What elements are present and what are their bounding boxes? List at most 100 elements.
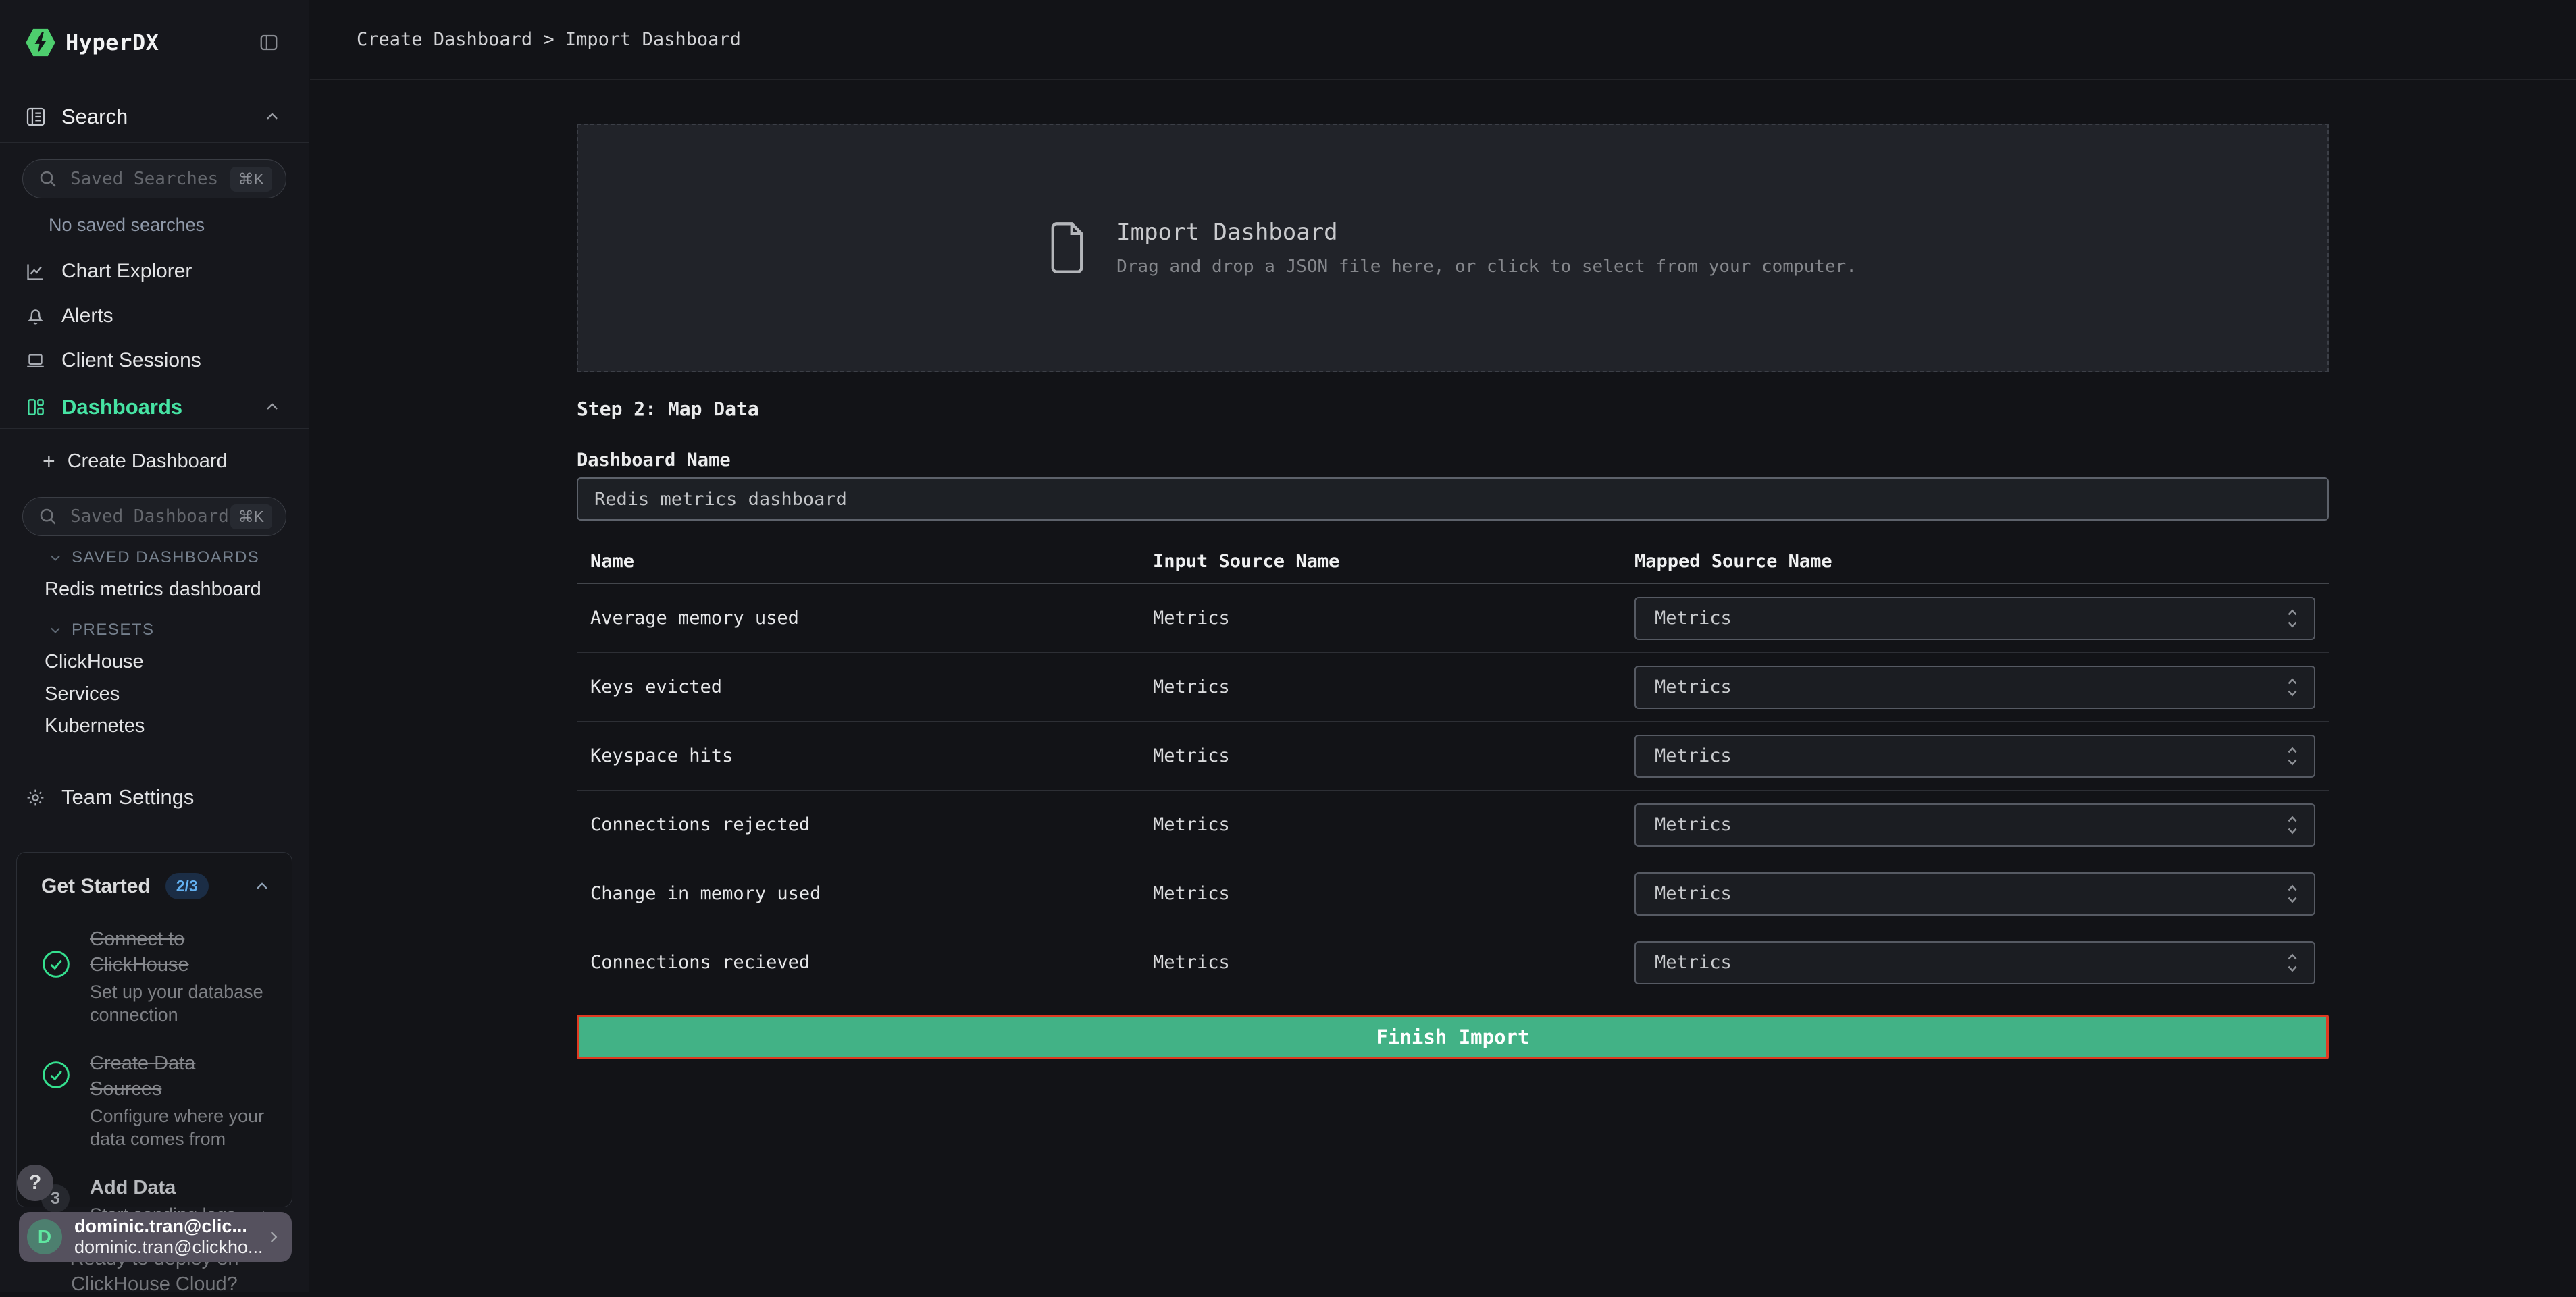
sidebar-item-clickhouse[interactable]: ClickHouse [45,651,144,673]
mapped-source-select[interactable]: Metrics [1634,666,2315,709]
user-email: dominic.tran@clickho... [74,1237,265,1258]
sidebar-item-team-settings[interactable]: Team Settings [0,780,309,815]
select-value: Metrics [1655,608,2286,629]
mapped-source-select[interactable]: Metrics [1634,597,2315,640]
table-row: Connections rejected Metrics Metrics [577,791,2329,859]
plus-icon: + [43,449,55,474]
mapping-table-header: Name Input Source Name Mapped Source Nam… [577,539,2329,584]
sidebar-item-services[interactable]: Services [45,683,120,706]
row-name: Connections rejected [590,814,1153,835]
sidebar-item-label: Chart Explorer [61,260,192,283]
shortcut-badge: ⌘K [230,167,272,192]
sidebar-collapse-icon[interactable] [259,32,279,53]
dashboards-section-label: Dashboards [61,395,263,419]
team-settings-label: Team Settings [61,785,194,810]
checklist-item-desc: Set up your database connection [90,980,272,1026]
checklist-item-connect[interactable]: Connect to ClickHouse Set up your databa… [41,926,272,1026]
select-chevrons-icon [2286,745,2299,767]
row-input-source: Metrics [1153,814,1634,835]
step-label: Step 2: Map Data [577,398,2329,421]
breadcrumb[interactable]: Create Dashboard > Import Dashboard [357,29,741,50]
column-header-name: Name [590,551,1153,572]
sidebar-item-label: Alerts [61,305,113,327]
chevron-up-icon [263,398,282,417]
presets-group[interactable]: PRESETS [47,620,155,639]
mapped-source-select[interactable]: Metrics [1634,803,2315,847]
chevron-up-icon[interactable] [253,877,272,896]
checklist-item-title: Create Data Sources [90,1051,272,1102]
dashboard-name-label: Dashboard Name [577,449,2329,472]
get-started-card: Get Started 2/3 Connect to ClickHouse Se… [16,852,292,1207]
row-name: Keyspace hits [590,745,1153,766]
user-menu[interactable]: D dominic.tran@clic... dominic.tran@clic… [19,1212,292,1262]
check-circle-icon [41,1060,71,1090]
topbar: Create Dashboard > Import Dashboard [310,0,2576,80]
help-button[interactable]: ? [17,1165,53,1201]
sidebar-item-kubernetes[interactable]: Kubernetes [45,715,145,737]
select-value: Metrics [1655,883,2286,904]
app-title: HyperDX [66,30,159,55]
user-name: dominic.tran@clic... [74,1216,265,1237]
dashboard-name-input[interactable] [577,477,2329,521]
sidebar-item-client-sessions[interactable]: Client Sessions [0,343,309,378]
saved-searches-search[interactable]: ⌘K [22,159,286,198]
search-icon [38,506,58,527]
search-section-header[interactable]: Search [0,90,309,143]
select-value: Metrics [1655,952,2286,973]
row-name: Keys evicted [590,677,1153,697]
select-chevrons-icon [2286,952,2299,974]
hyperdx-logo-icon [25,27,56,58]
dashboards-section-header[interactable]: Dashboards [0,386,309,429]
saved-searches-input[interactable] [70,169,230,189]
chart-icon [25,261,46,282]
get-started-title: Get Started [41,875,151,898]
dropzone-title: Import Dashboard [1116,219,1857,246]
row-input-source: Metrics [1153,608,1634,629]
document-icon [1049,221,1085,274]
checklist-item-sources[interactable]: Create Data Sources Configure where your… [41,1051,272,1150]
saved-dashboards-group[interactable]: SAVED DASHBOARDS [47,548,259,567]
mapped-source-select[interactable]: Metrics [1634,872,2315,916]
mapped-source-select[interactable]: Metrics [1634,735,2315,778]
gear-icon [25,787,46,808]
main-area: Create Dashboard > Import Dashboard Impo… [310,0,2576,1292]
create-dashboard-label: Create Dashboard [68,450,228,473]
bell-icon [25,306,46,327]
table-row: Connections recieved Metrics Metrics [577,928,2329,997]
select-chevrons-icon [2286,883,2299,905]
finish-import-button[interactable]: Finish Import [577,1015,2329,1059]
no-saved-searches-text: No saved searches [49,215,205,236]
row-input-source: Metrics [1153,745,1634,766]
dropzone-subtitle: Drag and drop a JSON file here, or click… [1116,257,1857,277]
select-value: Metrics [1655,814,2286,835]
table-row: Change in memory used Metrics Metrics [577,859,2329,928]
select-value: Metrics [1655,745,2286,766]
table-row: Keys evicted Metrics Metrics [577,653,2329,722]
select-chevrons-icon [2286,608,2299,629]
file-dropzone[interactable]: Import Dashboard Drag and drop a JSON fi… [577,124,2329,372]
select-chevrons-icon [2286,814,2299,836]
dashboards-icon [25,396,47,418]
laptop-icon [25,350,46,371]
checklist-item-title: Add Data [90,1175,243,1200]
search-section-icon [25,106,47,128]
saved-dashboards-input[interactable] [70,506,230,527]
mapped-source-select[interactable]: Metrics [1634,941,2315,984]
create-dashboard-button[interactable]: + Create Dashboard [0,444,309,479]
column-header-input-source: Input Source Name [1153,551,1634,572]
search-section-label: Search [61,105,263,129]
column-header-mapped-source: Mapped Source Name [1634,551,2329,572]
logo-row: HyperDX [0,0,309,85]
row-input-source: Metrics [1153,883,1634,904]
sidebar-item-alerts[interactable]: Alerts [0,298,309,334]
select-chevrons-icon [2286,677,2299,698]
row-name: Connections recieved [590,952,1153,973]
checklist-item-desc: Configure where your data comes from [90,1105,272,1150]
chevron-down-icon [47,622,63,638]
sidebar-item-chart-explorer[interactable]: Chart Explorer [0,254,309,289]
sidebar-item-redis-dashboard[interactable]: Redis metrics dashboard [45,579,261,601]
saved-dashboards-search[interactable]: ⌘K [22,497,286,536]
check-circle-icon [41,949,71,979]
table-row: Keyspace hits Metrics Metrics [577,722,2329,791]
sidebar-item-label: Client Sessions [61,349,201,372]
